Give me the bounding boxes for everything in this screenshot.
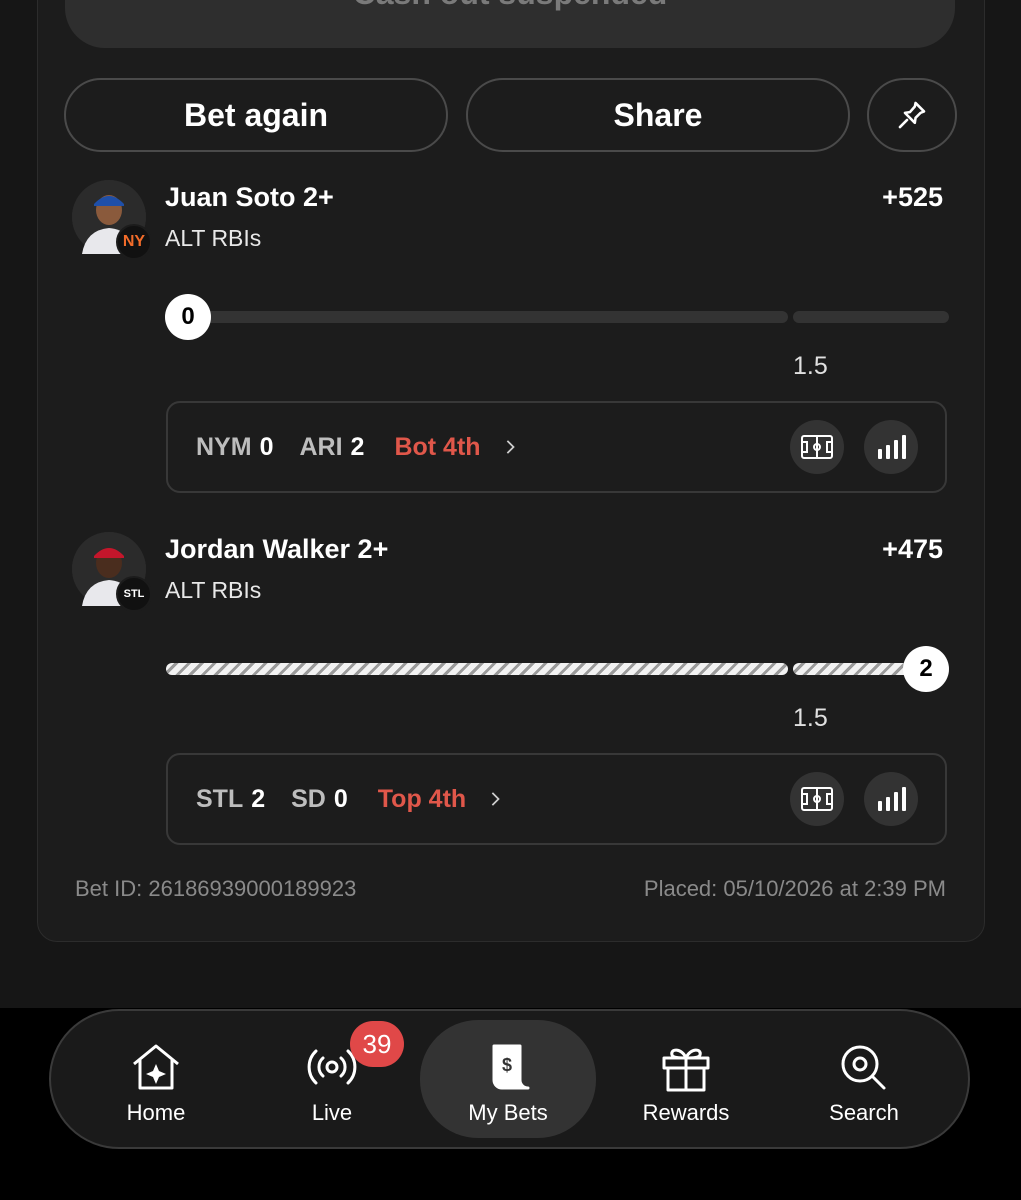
share-button[interactable]: Share bbox=[466, 78, 850, 152]
nav-my-bets[interactable]: $ My Bets bbox=[420, 1020, 596, 1138]
home-team: ARI bbox=[299, 432, 343, 461]
leg-market: ALT RBIs bbox=[165, 577, 262, 603]
game-scoreline: STL 2 SD 0 Top 4th bbox=[196, 755, 502, 843]
nav-label: Search bbox=[829, 1100, 899, 1125]
home-icon bbox=[133, 1044, 179, 1090]
field-icon bbox=[801, 787, 833, 811]
away-team: NYM bbox=[196, 432, 252, 461]
rewards-icon bbox=[662, 1048, 710, 1092]
chevron-right-icon bbox=[491, 792, 500, 806]
cardinals-logo: STL bbox=[116, 576, 152, 612]
progress-track-right bbox=[793, 311, 949, 323]
bet-id: Bet ID: 26186939000189923 bbox=[75, 876, 357, 901]
leg-market: ALT RBIs bbox=[165, 225, 262, 251]
cashout-suspended-button[interactable]: Cash out suspended bbox=[65, 0, 955, 48]
nav-label: My Bets bbox=[468, 1100, 548, 1125]
away-score: 2 bbox=[251, 784, 266, 813]
my-bets-icon: $ bbox=[492, 1044, 530, 1090]
progress-knob: 0 bbox=[165, 294, 211, 340]
bet-again-button[interactable]: Bet again bbox=[64, 78, 448, 152]
nav-rewards[interactable]: Rewards bbox=[598, 1020, 774, 1138]
stats-icon bbox=[878, 787, 906, 811]
stats-button[interactable] bbox=[864, 420, 918, 474]
nav-label: Home bbox=[126, 1100, 186, 1125]
field-icon bbox=[801, 435, 833, 459]
player-avatar-juan-soto: NY bbox=[72, 180, 152, 260]
nav-label: Rewards bbox=[642, 1100, 730, 1125]
home-team: SD bbox=[291, 784, 326, 813]
chevron-right-icon bbox=[506, 440, 515, 454]
pin-button[interactable] bbox=[867, 78, 957, 152]
stats-icon bbox=[878, 435, 906, 459]
nav-label: Live bbox=[311, 1100, 353, 1125]
line-value: 1.5 bbox=[793, 704, 828, 732]
search-icon bbox=[841, 1045, 886, 1090]
live-count-badge: 39 bbox=[350, 1021, 404, 1067]
stats-button[interactable] bbox=[864, 772, 918, 826]
game-status-card[interactable]: NYM 0 ARI 2 Bot 4th bbox=[166, 401, 947, 493]
leg-odds: +525 bbox=[882, 182, 943, 212]
mets-logo: NY bbox=[116, 224, 152, 260]
line-value: 1.5 bbox=[793, 352, 828, 380]
inning-status: Top 4th bbox=[377, 784, 467, 813]
progress-knob: 2 bbox=[903, 646, 949, 692]
leg-odds: +475 bbox=[882, 534, 943, 564]
field-view-button[interactable] bbox=[790, 772, 844, 826]
game-status-card[interactable]: STL 2 SD 0 Top 4th bbox=[166, 753, 947, 845]
pin-icon bbox=[898, 101, 926, 129]
leg-player-name: Jordan Walker 2+ bbox=[165, 534, 389, 564]
field-view-button[interactable] bbox=[790, 420, 844, 474]
progress-track-left bbox=[166, 663, 788, 675]
nav-search[interactable]: Search bbox=[776, 1020, 952, 1138]
inning-status: Bot 4th bbox=[394, 432, 481, 461]
placed-timestamp: Placed: 05/10/2026 at 2:39 PM bbox=[643, 876, 946, 901]
away-team: STL bbox=[196, 784, 244, 813]
player-avatar-jordan-walker: STL bbox=[72, 532, 152, 612]
game-scoreline: NYM 0 ARI 2 Bot 4th bbox=[196, 403, 517, 491]
svg-text:$: $ bbox=[502, 1055, 512, 1075]
nav-home[interactable]: Home bbox=[68, 1020, 244, 1138]
away-score: 0 bbox=[259, 432, 274, 461]
home-score: 0 bbox=[333, 784, 348, 813]
progress-track-left bbox=[166, 311, 788, 323]
home-score: 2 bbox=[350, 432, 365, 461]
leg-player-name: Juan Soto 2+ bbox=[165, 182, 334, 212]
